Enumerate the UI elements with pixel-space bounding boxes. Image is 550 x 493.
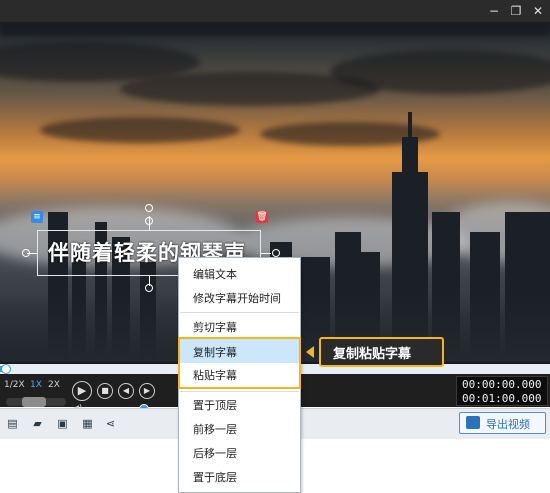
stop-button[interactable]: ■	[97, 383, 113, 399]
speed-2x[interactable]: 2X	[48, 380, 60, 390]
restore-button[interactable]: ❐	[507, 2, 525, 20]
menu-item-send-to-back[interactable]: 置于底层	[193, 469, 237, 485]
copy-paste-highlight-frame	[178, 337, 301, 389]
jog-thumb[interactable]	[22, 397, 46, 407]
close-button[interactable]: ✕	[529, 2, 547, 20]
menu-item-change-start-time[interactable]: 修改字幕开始时间	[193, 290, 281, 306]
current-time: 00:00:00.000	[462, 378, 542, 391]
play-button[interactable]: ▶	[72, 381, 92, 401]
left-resize-handle[interactable]	[22, 249, 30, 257]
menu-item-edit-text[interactable]: 编辑文本	[193, 266, 237, 282]
subtitle-list-icon[interactable]: ▤	[6, 418, 19, 429]
bottom-resize-handle[interactable]	[145, 284, 153, 292]
prev-frame-button[interactable]: ◀	[118, 383, 134, 399]
next-frame-button[interactable]: ▶	[139, 383, 155, 399]
save-icon[interactable]: ▣	[56, 418, 69, 429]
progress-thumb[interactable]	[1, 364, 11, 374]
minimize-button[interactable]: −	[485, 2, 503, 20]
share-icon[interactable]: ⋖	[104, 418, 117, 429]
open-folder-icon[interactable]: ▰	[31, 418, 44, 429]
menu-item-send-backward[interactable]: 后移一层	[193, 445, 237, 461]
top-resize-handle[interactable]	[145, 217, 153, 225]
callout-label: 复制粘贴字幕	[333, 347, 412, 362]
save-as-icon[interactable]: ▦	[81, 418, 94, 429]
menu-item-cut-subtitle[interactable]: 剪切字幕	[193, 319, 237, 335]
rotate-handle[interactable]	[145, 204, 153, 212]
menu-item-bring-forward[interactable]: 前移一层	[193, 421, 237, 437]
callout-arrow	[306, 346, 314, 358]
right-resize-handle[interactable]	[272, 249, 280, 257]
right-handle-line	[261, 253, 271, 254]
title-bar: − ❐ ✕	[0, 0, 550, 22]
menu-item-bring-to-front[interactable]: 置于顶层	[193, 397, 237, 413]
menu-separator	[180, 312, 299, 313]
total-time: 00:01:00.000	[462, 392, 542, 405]
speed-1x[interactable]: 1X	[30, 380, 42, 390]
text-lines-icon[interactable]: ≡	[31, 211, 43, 223]
trash-icon[interactable]: 🗑	[256, 211, 268, 223]
speed-half[interactable]: 1/2X	[4, 380, 25, 390]
menu-separator	[180, 391, 299, 392]
export-icon	[466, 416, 480, 429]
export-label: 导出视频	[486, 418, 530, 431]
